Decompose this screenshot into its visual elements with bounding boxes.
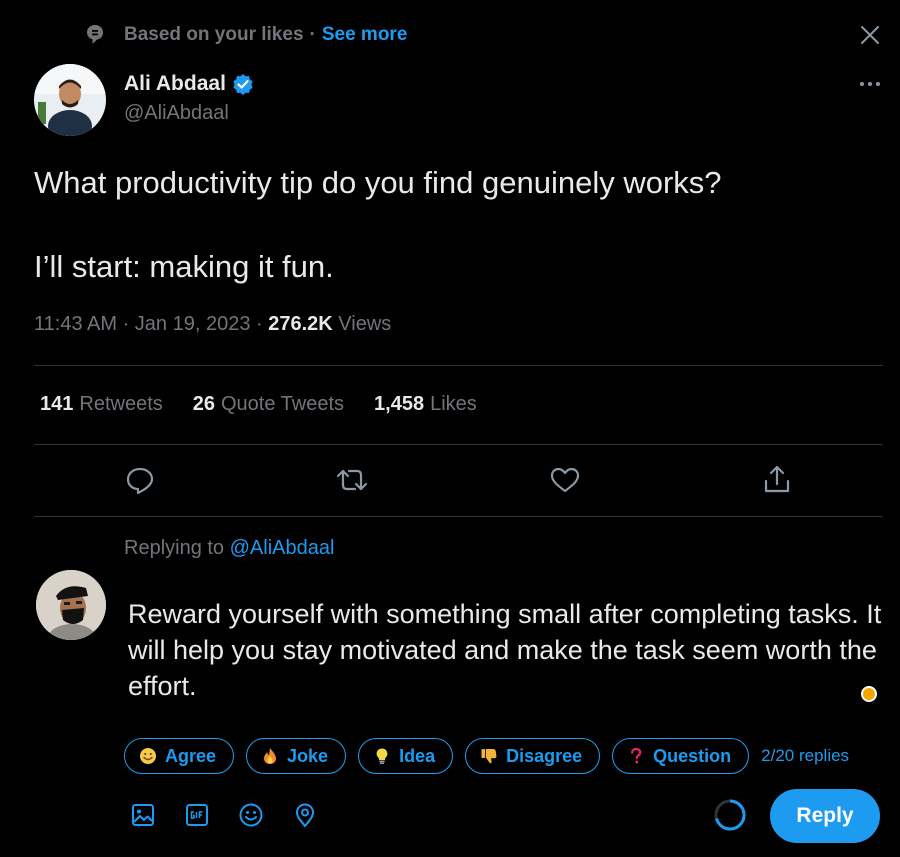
thumbs-down-emoji-icon <box>481 749 497 764</box>
chip-question[interactable]: Question <box>612 738 750 774</box>
replying-to-prefix: Replying to <box>124 537 230 559</box>
context-label: Based on your likes <box>124 24 304 45</box>
question-emoji-icon <box>631 747 642 764</box>
divider <box>34 365 883 366</box>
more-options-icon[interactable] <box>858 72 882 96</box>
divider <box>34 444 883 445</box>
like-heart-icon[interactable] <box>548 463 582 497</box>
retweets-stat[interactable]: 141 Retweets <box>40 393 163 416</box>
tweet-timestamp[interactable]: 11:43 AM · Jan 19, 2023 · <box>34 313 268 335</box>
status-indicator-dot <box>861 686 877 702</box>
chip-disagree[interactable]: Disagree <box>465 738 601 774</box>
reply-icon[interactable] <box>123 463 157 497</box>
tweet-line-1: What productivity tip do you find genuin… <box>34 165 722 200</box>
reply-text-input[interactable]: Reward yourself with something small aft… <box>128 596 888 704</box>
chip-label: Question <box>653 745 732 766</box>
share-icon[interactable] <box>760 463 794 497</box>
divider <box>34 516 883 517</box>
quote-tweets-stat[interactable]: 26 Quote Tweets <box>193 393 344 416</box>
views-count: 276.2K <box>268 313 333 335</box>
chip-agree[interactable]: Agree <box>124 738 235 774</box>
lightbulb-emoji-icon <box>376 748 388 764</box>
views-label: Views <box>332 313 392 335</box>
tweet-meta: 11:43 AM · Jan 19, 2023 · 276.2K Views <box>34 313 391 336</box>
context-header: Based on your likes · See more <box>86 24 407 46</box>
smile-emoji-icon <box>140 748 156 764</box>
emoji-icon[interactable] <box>238 802 264 828</box>
replying-to-handle[interactable]: @AliAbdaal <box>230 537 335 559</box>
chip-label: Idea <box>399 745 436 766</box>
likes-stat[interactable]: 1,458 Likes <box>374 393 477 416</box>
retweet-icon[interactable] <box>335 463 369 497</box>
reaction-chips: Agree Joke Idea Disagree Question 2/20 r… <box>124 738 849 774</box>
close-icon[interactable] <box>859 24 881 46</box>
author-avatar[interactable] <box>34 64 106 136</box>
reply-button[interactable]: Reply <box>770 789 880 843</box>
replying-to: Replying to @AliAbdaal <box>124 537 334 560</box>
fire-emoji-icon <box>264 748 277 764</box>
user-photo <box>36 570 106 640</box>
chip-idea[interactable]: Idea <box>358 738 454 774</box>
author-handle[interactable]: @AliAbdaal <box>124 102 229 125</box>
chip-joke[interactable]: Joke <box>246 738 347 774</box>
context-separator: · <box>309 24 316 45</box>
character-count-ring-icon <box>714 799 746 831</box>
location-pin-icon[interactable] <box>292 802 318 828</box>
tweet-stats: 141 Retweets 26 Quote Tweets 1,458 Likes <box>40 393 477 416</box>
gif-icon[interactable] <box>184 802 210 828</box>
user-avatar[interactable] <box>36 570 106 640</box>
author-name-text: Ali Abdaal <box>124 72 226 95</box>
chip-label: Agree <box>165 745 217 766</box>
image-media-icon[interactable] <box>130 802 156 828</box>
chip-label: Disagree <box>506 745 583 766</box>
chip-reply-count: 2/20 replies <box>761 746 850 765</box>
author-name[interactable]: Ali Abdaal <box>124 72 254 96</box>
author-photo <box>34 64 106 136</box>
topic-bubble-icon <box>87 25 103 44</box>
see-more-link[interactable]: See more <box>322 24 408 46</box>
chip-label: Joke <box>287 745 329 766</box>
verified-badge-icon <box>233 74 253 95</box>
tweet-text: What productivity tip do you find genuin… <box>34 162 874 288</box>
tweet-line-2: I’ll start: making it fun. <box>34 249 334 284</box>
